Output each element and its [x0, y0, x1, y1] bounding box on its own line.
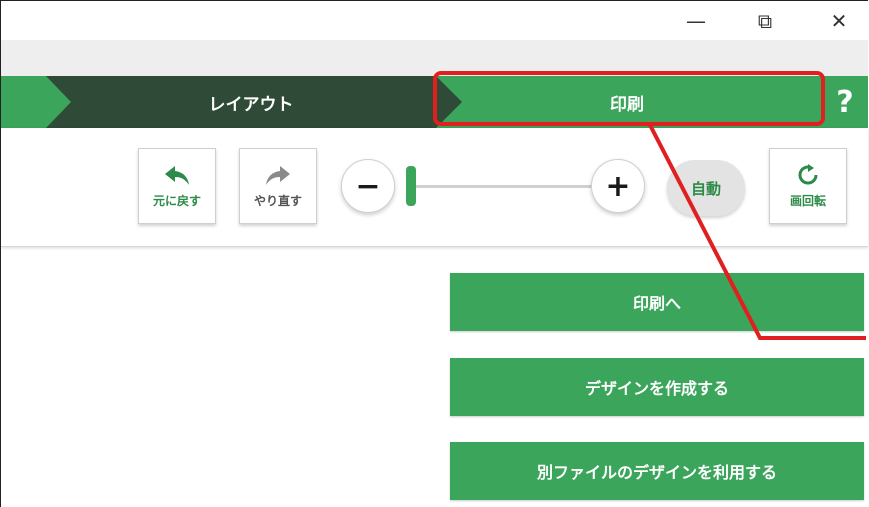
undo-button[interactable]: 元に戻す [138, 148, 216, 224]
rotate-button[interactable]: 画回転 [769, 148, 847, 224]
undo-arrow-icon [165, 165, 189, 185]
to-print-button[interactable]: 印刷へ [450, 273, 864, 331]
auto-button[interactable]: 自動 [667, 160, 745, 216]
redo-arrow-icon [266, 165, 290, 185]
rotate-label: 画回転 [789, 193, 826, 208]
highlight-frame [433, 71, 825, 126]
to-print-label: 印刷へ [632, 294, 681, 313]
minimize-button[interactable]: — [673, 1, 719, 40]
rotate-icon [798, 163, 818, 184]
create-design-button[interactable]: デザインを作成する [450, 358, 864, 416]
zoom-slider-track[interactable] [407, 185, 597, 188]
title-bar: — ⧉ ✕ [1, 1, 868, 40]
undo-label: 元に戻す [152, 193, 201, 208]
step-layout[interactable]: レイアウト [71, 76, 431, 128]
restore-button[interactable]: ⧉ [742, 1, 788, 40]
redo-label: やり直す [253, 193, 302, 208]
zoom-in-button[interactable]: + [591, 159, 645, 213]
use-other-file-design-button[interactable]: 別ファイルのデザインを利用する [450, 442, 864, 500]
step-layout-label: レイアウト [208, 94, 294, 115]
close-button[interactable]: ✕ [816, 1, 862, 40]
step-previous-arrow-icon [1, 76, 71, 128]
toolbar: 元に戻す やり直す − + 自動 画回転 [1, 128, 868, 247]
help-button[interactable]: ? [822, 76, 868, 128]
zoom-out-button[interactable]: − [341, 159, 395, 213]
create-design-label: デザインを作成する [584, 379, 729, 398]
use-other-file-label: 別ファイルのデザインを利用する [536, 463, 777, 482]
redo-button[interactable]: やり直す [239, 148, 317, 224]
zoom-slider-thumb[interactable] [406, 166, 416, 206]
auto-label: 自動 [690, 179, 721, 198]
help-icon: ? [836, 84, 854, 120]
